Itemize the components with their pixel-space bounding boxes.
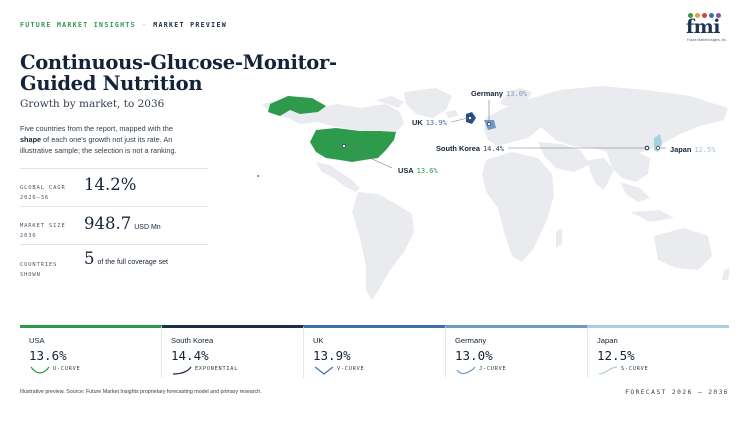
hawaii-highlight <box>257 175 259 177</box>
map-label-value: 12.5% <box>694 146 716 154</box>
map-label-value: 13.0% <box>506 90 528 98</box>
usa-highlight <box>310 128 396 162</box>
section-label: MARKET PREVIEW <box>153 21 227 29</box>
map-label-south-korea: South Korea 14.4% <box>436 144 504 153</box>
j-curve-icon <box>456 366 476 375</box>
stat-label-line1: COUNTRIES <box>20 262 58 268</box>
stat-label-line1: GLOBAL CAGR <box>20 185 66 191</box>
stat-label: COUNTRIES SHOWN <box>20 260 57 280</box>
card-south-korea: South Korea 14.4% EXPONENTIAL <box>162 325 304 378</box>
stat-countries-shown: COUNTRIES SHOWN 5 of the full coverage set <box>20 244 208 282</box>
card-usa: USA 13.6% U-CURVE <box>20 325 162 378</box>
brand-name: FUTURE MARKET INSIGHTS <box>20 21 136 29</box>
card-growth-shape: U-CURVE <box>53 366 81 372</box>
card-japan: Japan 12.5% S-CURVE <box>588 325 729 378</box>
description-emphasis: shape <box>20 135 42 144</box>
map-label-country: Japan <box>670 145 692 154</box>
map-label-japan: Japan 12.5% <box>670 145 715 154</box>
map-label-value: 13.6% <box>416 167 438 175</box>
indonesia-shape <box>630 210 674 222</box>
new-zealand-shape <box>722 268 730 280</box>
card-country-name: South Korea <box>171 336 214 345</box>
south-america-shape <box>352 192 414 300</box>
country-cards: USA 13.6% U-CURVE South Korea 14.4% EXPO… <box>20 325 729 378</box>
map-label-country: USA <box>398 166 414 175</box>
card-growth-value: 13.9% <box>313 348 351 363</box>
world-landmass <box>262 86 730 300</box>
china-shape <box>606 150 650 182</box>
card-germany: Germany 13.0% J-CURVE <box>446 325 588 378</box>
card-uk: UK 13.9% V-CURVE <box>304 325 446 378</box>
stat-note: of the full coverage set <box>97 259 168 266</box>
header-bar: FUTURE MARKET INSIGHTS · MARKET PREVIEW <box>20 21 227 29</box>
marker-south-korea <box>645 146 649 150</box>
map-label-uk: UK 13.9% <box>412 118 447 127</box>
southeast-asia-shape <box>620 182 650 202</box>
description-text-rest: of each one's growth not just its rate. … <box>20 135 177 155</box>
fmi-logo: fmi Future Market Insights, Inc. <box>686 13 732 43</box>
card-growth-value: 14.4% <box>171 348 209 363</box>
card-growth-shape: EXPONENTIAL <box>195 366 239 372</box>
page-subtitle: Growth by market, to 2036 <box>20 98 165 110</box>
stat-number: 14.2% <box>84 175 137 194</box>
v-curve-icon <box>314 366 334 375</box>
card-growth-shape: S-CURVE <box>621 366 649 372</box>
card-country-name: UK <box>313 336 324 345</box>
greenland-shape <box>404 88 452 118</box>
iceland-shape <box>446 110 458 118</box>
stat-label-line2: 2036 <box>20 233 37 239</box>
description-text: Five countries from the report, mapped w… <box>20 124 173 133</box>
madagascar-shape <box>556 228 562 248</box>
map-label-usa: USA 13.6% <box>398 166 438 175</box>
leader-uk <box>450 117 469 123</box>
stat-value: 14.2% <box>84 175 136 194</box>
stat-number: 5 <box>84 249 95 268</box>
exponential-curve-icon <box>172 366 192 375</box>
world-map <box>257 86 730 300</box>
card-growth-shape: J-CURVE <box>479 366 507 372</box>
stat-value: 5 of the full coverage set <box>84 249 168 268</box>
marker-uk <box>468 116 472 120</box>
card-growth-value: 12.5% <box>597 348 635 363</box>
s-curve-icon <box>598 366 618 375</box>
source-note: Illustrative preview. Source: Future Mar… <box>20 389 262 395</box>
stat-label-line1: MARKET SIZE <box>20 223 66 229</box>
u-curve-icon <box>30 366 50 374</box>
stat-value: 948.7 USD Mn <box>84 214 161 233</box>
australia-shape <box>654 228 712 270</box>
card-growth-shape: V-CURVE <box>337 366 365 372</box>
stat-label: MARKET SIZE 2036 <box>20 221 66 241</box>
map-label-value: 14.4% <box>482 145 505 153</box>
india-shape <box>588 158 614 190</box>
description: Five countries from the report, mapped w… <box>20 123 192 156</box>
card-country-name: Germany <box>455 336 487 345</box>
card-growth-value: 13.6% <box>29 348 67 363</box>
forecast-period: FORECAST 2026 – 2036 <box>625 389 729 396</box>
stat-unit: USD Mn <box>134 224 161 231</box>
marker-germany <box>487 122 491 126</box>
stat-label: GLOBAL CAGR 2026–36 <box>20 183 66 203</box>
stat-number: 948.7 <box>84 214 132 233</box>
map-label-value: 13.9% <box>425 119 447 127</box>
map-label-country: Germany <box>471 89 504 98</box>
card-country-name: USA <box>29 336 45 345</box>
map-label-country: UK <box>412 118 423 127</box>
stat-market-size: MARKET SIZE 2036 948.7 USD Mn <box>20 206 208 244</box>
marker-usa <box>342 144 346 148</box>
card-growth-value: 13.0% <box>455 348 493 363</box>
header-separator: · <box>141 21 148 29</box>
stat-global-cagr: GLOBAL CAGR 2026–36 14.2% <box>20 168 208 206</box>
map-label-germany: Germany 13.0% <box>471 89 527 98</box>
map-label-country: South Korea <box>436 144 480 153</box>
logo-tagline: Future Market Insights, Inc. <box>687 38 727 42</box>
logo-wordmark: fmi <box>686 16 721 38</box>
marker-japan <box>656 146 660 150</box>
central-america-shape <box>316 162 360 192</box>
stat-label-line2: SHOWN <box>20 272 41 278</box>
stat-label-line2: 2026–36 <box>20 195 50 201</box>
africa-shape <box>482 152 554 262</box>
card-country-name: Japan <box>597 336 618 345</box>
